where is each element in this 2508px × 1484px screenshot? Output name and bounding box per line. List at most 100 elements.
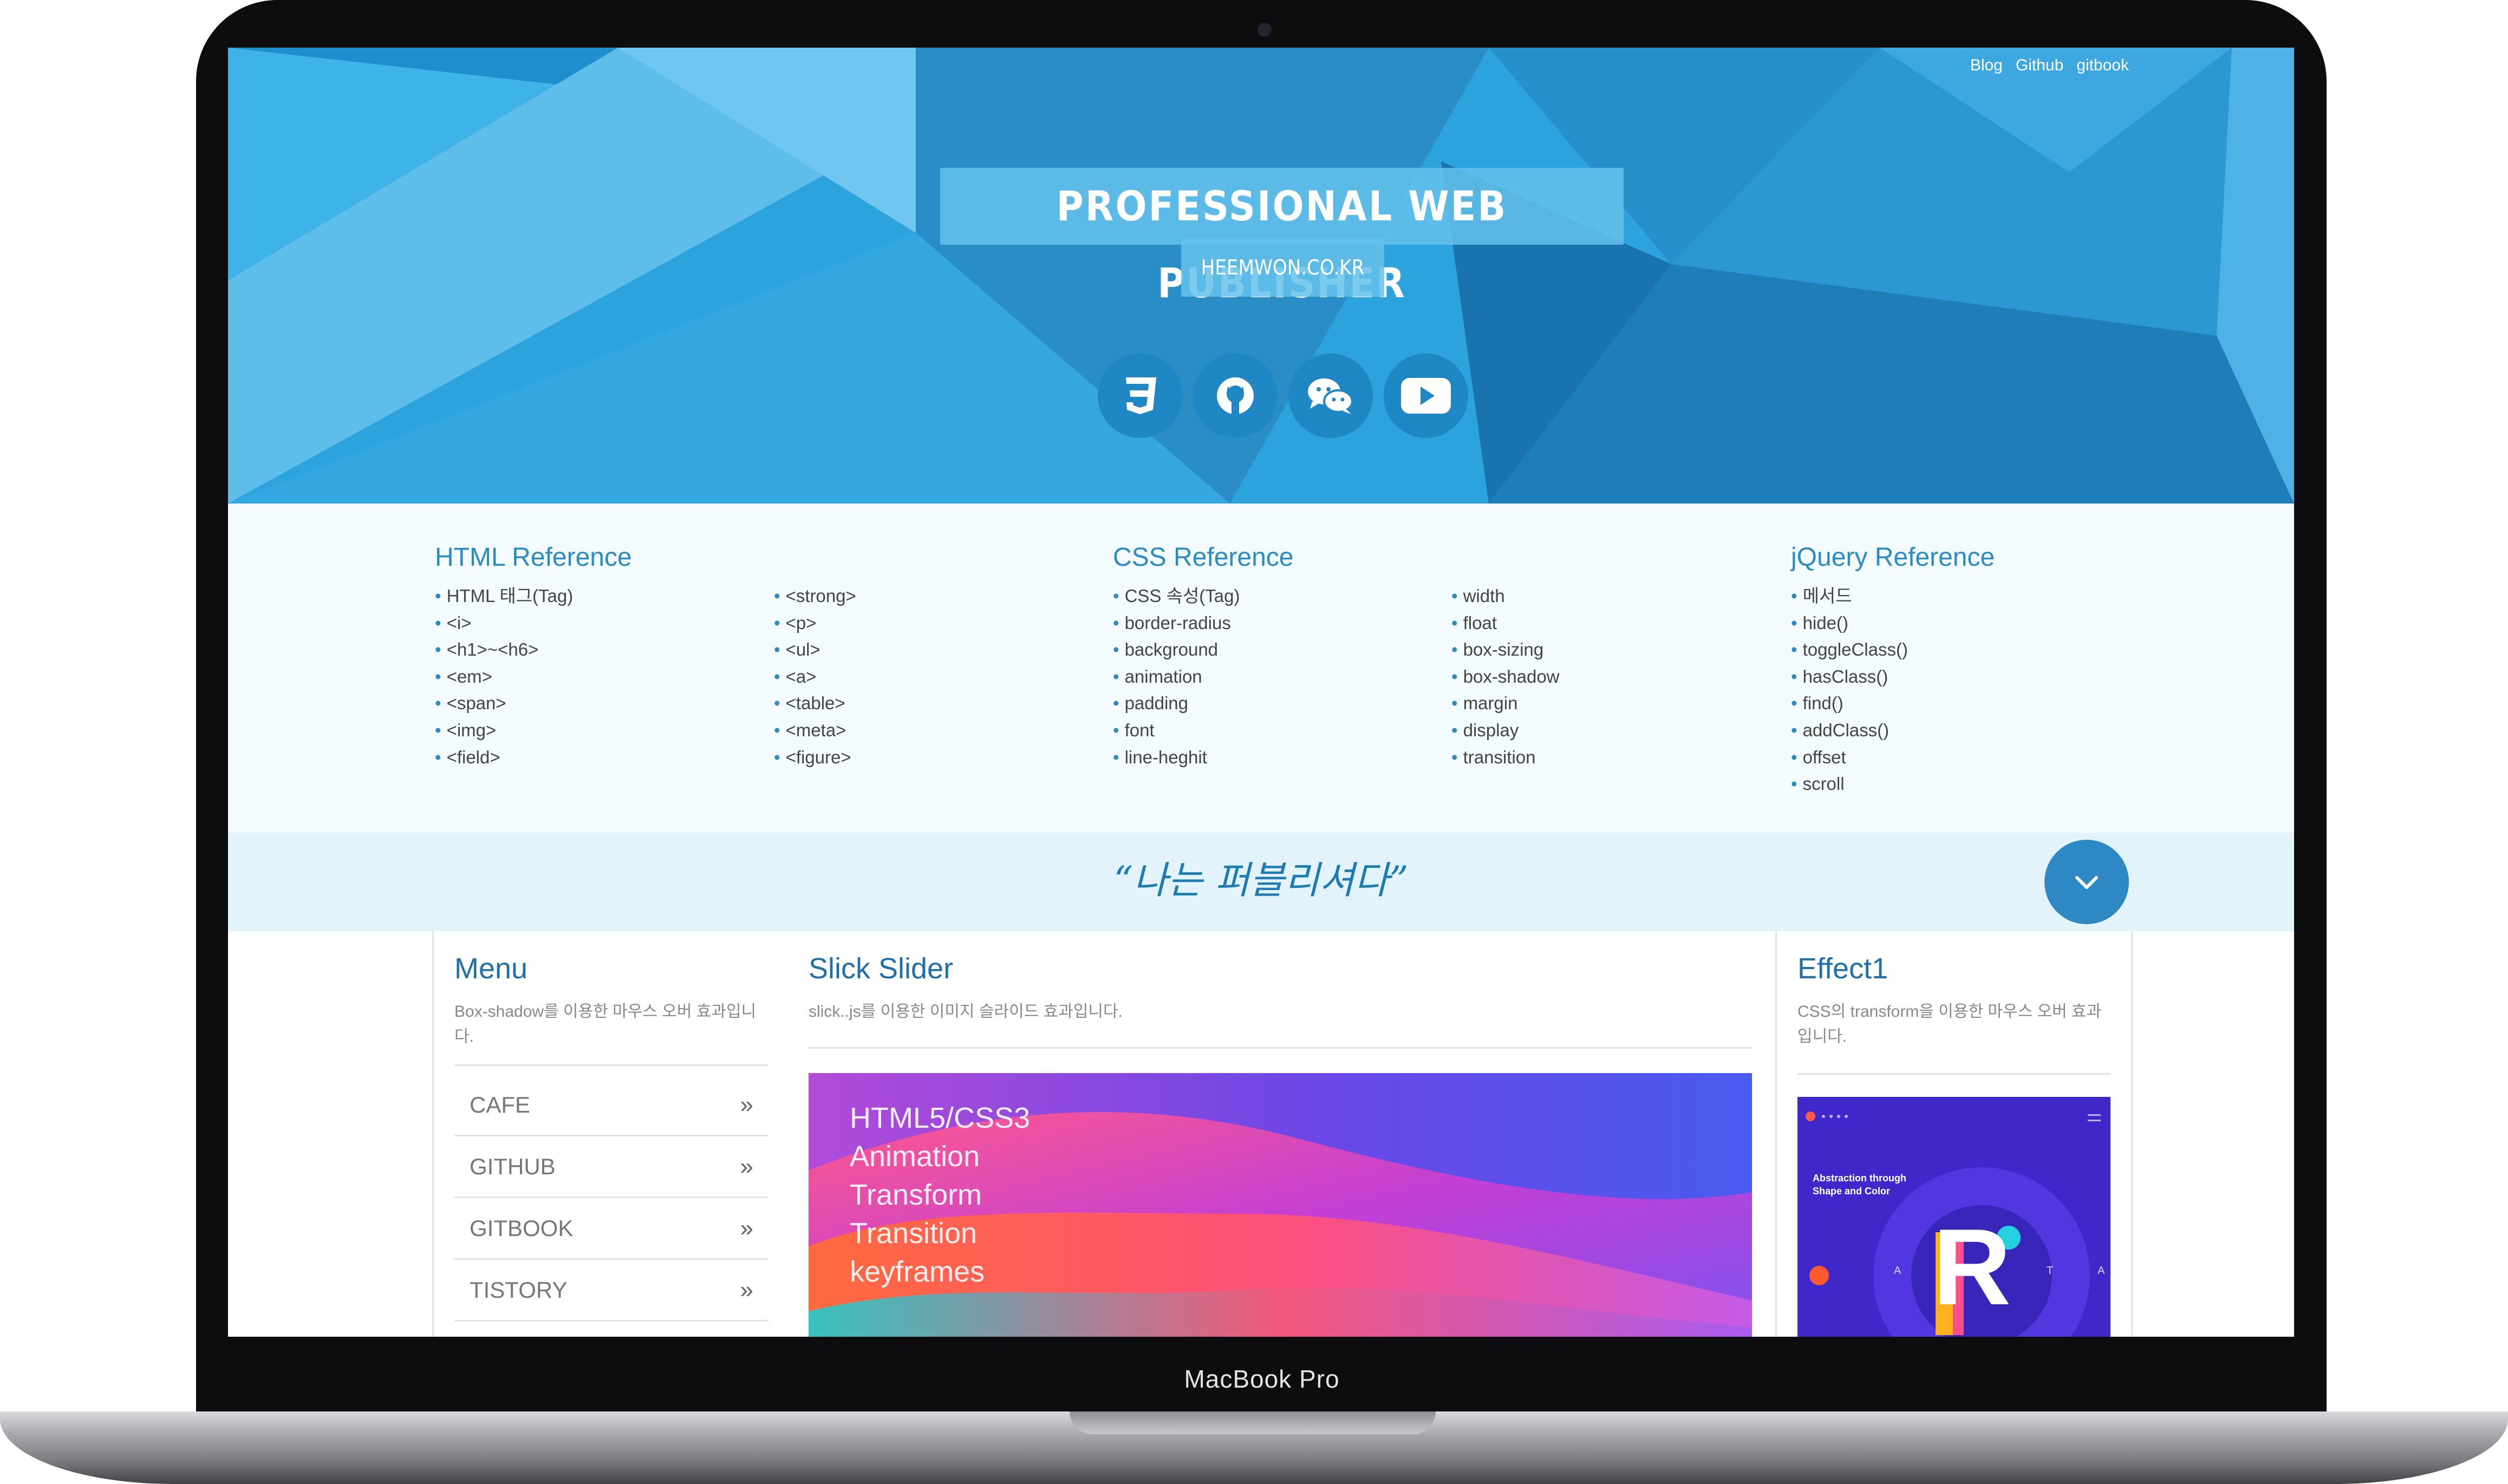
github-link-button[interactable] xyxy=(1193,354,1278,438)
slide-line: Transition xyxy=(850,1217,978,1250)
divider xyxy=(809,1047,1752,1049)
effect-card-description: CSS의 transform을 이용한 마우스 오버 효과입니다. xyxy=(1797,1003,2102,1045)
list-item[interactable]: <field> xyxy=(435,744,573,771)
menu-item-cafe[interactable]: CAFE » xyxy=(454,1075,768,1136)
slide-line: HTML5/CSS3 xyxy=(850,1102,1031,1134)
list-item[interactable]: <img> xyxy=(435,717,573,744)
list-item[interactable]: <meta> xyxy=(774,717,856,744)
youtube-icon xyxy=(1401,378,1451,414)
top-nav: Blog Github gitbook xyxy=(1970,56,2129,75)
wechat-icon xyxy=(1308,378,1353,414)
menu-item-tistory[interactable]: TISTORY » xyxy=(454,1260,768,1322)
list-item[interactable]: addClass() xyxy=(1791,717,1908,744)
double-chevron-right-icon: » xyxy=(740,1091,753,1118)
html-reference-list-1: HTML 태그(Tag) <i> <h1>~<h6> <em> <span> <… xyxy=(435,583,574,771)
slide-text-lines: HTML5/CSS3 Animation Transform Transitio… xyxy=(850,1099,1030,1291)
camera xyxy=(1258,23,1272,37)
slide-line: Animation xyxy=(850,1140,980,1173)
list-item[interactable]: hasClass() xyxy=(1791,663,1908,690)
thumb-side-letter: A xyxy=(2097,1265,2105,1277)
css3-link-button[interactable] xyxy=(1098,354,1182,438)
list-item[interactable]: <a> xyxy=(774,663,856,690)
thumb-side-letter: A xyxy=(1894,1265,1901,1277)
nav-link-gitbook[interactable]: gitbook xyxy=(2076,56,2129,75)
list-item[interactable]: toggleClass() xyxy=(1791,636,1908,663)
hero-subtitle[interactable]: HEEMWON.CO.KR xyxy=(1181,238,1384,297)
nav-link-blog[interactable]: Blog xyxy=(1970,56,2003,75)
list-item[interactable]: hide() xyxy=(1791,610,1908,637)
hero-header: Blog Github gitbook PROFESSIONAL WEB PUB… xyxy=(228,48,2294,504)
list-item[interactable]: CSS 속성(Tag) xyxy=(1113,583,1240,610)
menu-item-label: GITHUB xyxy=(470,1153,556,1179)
wechat-link-button[interactable] xyxy=(1288,354,1373,438)
list-item[interactable]: animation xyxy=(1113,663,1240,690)
menu-card-title: Menu xyxy=(454,952,528,985)
list-item[interactable]: find() xyxy=(1791,690,1908,717)
thumb-heading: Abstraction through Shape and Color xyxy=(1813,1173,1906,1197)
scroll-down-button[interactable] xyxy=(2044,840,2129,924)
list-item[interactable]: <em> xyxy=(435,663,573,690)
list-item[interactable]: <i> xyxy=(435,610,573,637)
css-reference-list-1: CSS 속성(Tag) border-radius background ani… xyxy=(1113,583,1240,770)
list-item[interactable]: width xyxy=(1451,583,1560,610)
list-item[interactable]: <span> xyxy=(435,690,573,717)
slide-line: keyframes xyxy=(850,1256,985,1288)
screen: Blog Github gitbook PROFESSIONAL WEB PUB… xyxy=(228,48,2294,1337)
jquery-reference-list: 메서드 hide() toggleClass() hasClass() find… xyxy=(1791,583,1908,797)
menu-item-label: GITBOOK xyxy=(470,1215,574,1241)
css3-icon xyxy=(1126,377,1156,414)
list-item[interactable]: <strong> xyxy=(774,583,856,610)
list-item[interactable]: border-radius xyxy=(1113,610,1240,637)
effect-card-title: Effect1 xyxy=(1797,952,1888,985)
css-reference-title[interactable]: CSS Reference xyxy=(1113,542,1294,572)
list-item[interactable]: transition xyxy=(1451,744,1560,771)
list-item[interactable]: box-shadow xyxy=(1451,663,1560,690)
slogan-text: “나는 퍼블리셔다” xyxy=(1113,858,1409,903)
list-item[interactable]: 메서드 xyxy=(1791,583,1908,610)
menu-item-gitbook[interactable]: GITBOOK » xyxy=(454,1198,768,1260)
social-links xyxy=(1098,354,1468,438)
list-item[interactable]: line-heghit xyxy=(1113,744,1240,771)
css-reference-list-2: width float box-sizing box-shadow margin… xyxy=(1451,583,1560,770)
list-item[interactable]: <table> xyxy=(774,690,856,717)
slider-card-description: slick..js를 이용한 이미지 슬라이드 효과입니다. xyxy=(809,1003,1123,1021)
chevron-down-icon xyxy=(2075,876,2098,889)
model-label: MacBook Pro xyxy=(1184,1365,1340,1393)
slogan-banner: “나는 퍼블리셔다” xyxy=(228,833,2294,931)
youtube-link-button[interactable] xyxy=(1384,354,1468,438)
html-reference-title[interactable]: HTML Reference xyxy=(435,542,632,572)
nav-link-github[interactable]: Github xyxy=(2016,56,2063,75)
effect-thumbnail[interactable]: Abstraction through Shape and Color R A … xyxy=(1797,1097,2110,1337)
list-item[interactable]: <p> xyxy=(774,610,856,637)
list-item[interactable]: box-sizing xyxy=(1451,636,1560,663)
menu-item-label: CAFE xyxy=(470,1091,531,1117)
slider-card: Slick Slider slick..js를 이용한 이미지 슬라이드 효과입… xyxy=(788,931,1777,1337)
double-chevron-right-icon: » xyxy=(740,1214,753,1241)
list-item[interactable]: background xyxy=(1113,636,1240,663)
list-item[interactable]: float xyxy=(1451,610,1560,637)
list-item[interactable]: <figure> xyxy=(774,744,856,771)
list-item[interactable]: <ul> xyxy=(774,636,856,663)
divider xyxy=(1797,1073,2110,1075)
list-item[interactable]: offset xyxy=(1791,744,1908,771)
hinge-notch xyxy=(1070,1411,1436,1434)
jquery-reference-title[interactable]: jQuery Reference xyxy=(1791,542,1995,572)
slider-image[interactable]: HTML5/CSS3 Animation Transform Transitio… xyxy=(809,1073,1752,1337)
effect-card: Effect1 CSS의 transform을 이용한 마우스 오버 효과입니다… xyxy=(1775,931,2133,1337)
list-item[interactable]: <h1>~<h6> xyxy=(435,636,573,663)
list-item[interactable]: display xyxy=(1451,717,1560,744)
list-item[interactable]: scroll xyxy=(1791,770,1908,797)
list-item[interactable]: font xyxy=(1113,717,1240,744)
menu-card: Menu Box-shadow를 이용한 마우스 오버 효과입니다. CAFE … xyxy=(432,931,790,1337)
menu-item-label: TISTORY xyxy=(470,1277,568,1303)
slide-line: Transform xyxy=(850,1179,982,1211)
list-item[interactable]: HTML 태그(Tag) xyxy=(435,583,574,610)
list-item[interactable]: margin xyxy=(1451,690,1560,717)
reference-section: HTML Reference HTML 태그(Tag) <i> <h1>~<h6… xyxy=(228,504,2294,833)
content-area: Menu Box-shadow를 이용한 마우스 오버 효과입니다. CAFE … xyxy=(228,931,2294,1337)
menu-item-github[interactable]: GITHUB » xyxy=(454,1136,768,1198)
menu-card-description: Box-shadow를 이용한 마우스 오버 효과입니다. xyxy=(454,1003,757,1045)
list-item[interactable]: padding xyxy=(1113,690,1240,717)
double-chevron-right-icon: » xyxy=(740,1276,753,1303)
divider xyxy=(454,1064,768,1066)
